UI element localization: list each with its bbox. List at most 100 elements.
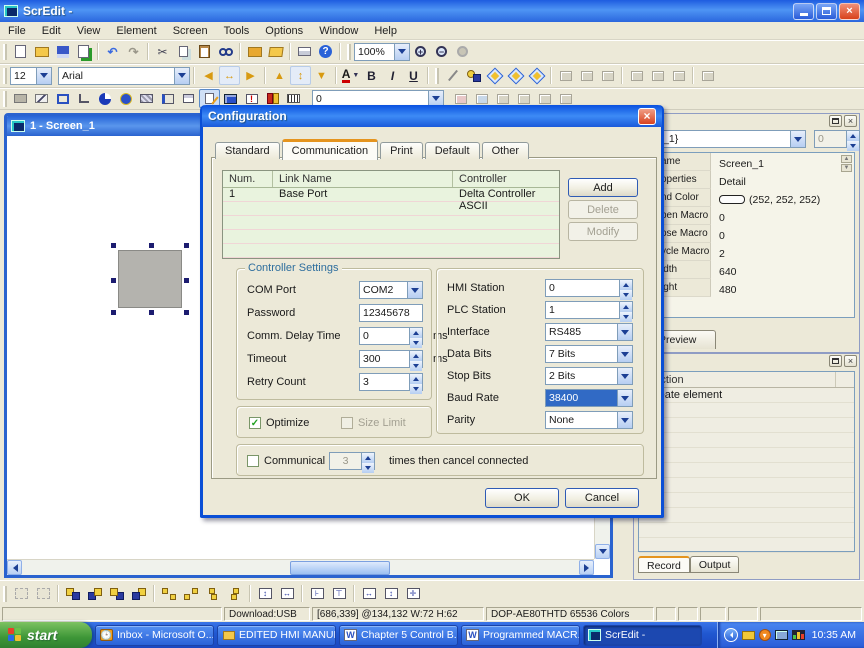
resize-handle[interactable] (111, 310, 116, 315)
toolbar-grip[interactable] (3, 91, 7, 107)
password-field[interactable]: 12345678 (359, 304, 423, 322)
grid-scroll-buttons[interactable]: ▲ ▼ (841, 155, 852, 172)
dialog-close-icon[interactable]: × (638, 108, 656, 125)
com-port-combo[interactable]: COM2 (359, 281, 423, 299)
taskbar-item-scredit[interactable]: ScrEdit - (583, 625, 702, 646)
send-to-back-icon[interactable] (84, 585, 106, 603)
tray-collapse-icon[interactable] (724, 628, 738, 642)
color-swatch[interactable] (719, 195, 745, 204)
center-horizontal-icon[interactable]: ↔ (276, 585, 298, 603)
scroll-left-icon[interactable] (7, 560, 22, 575)
zoom-in-icon[interactable]: + (410, 42, 431, 61)
circle-tool-icon[interactable] (115, 89, 136, 108)
align-center-v-icon[interactable]: ↕ (290, 66, 311, 85)
open-project-icon[interactable] (265, 42, 286, 61)
same-height-icon[interactable]: ↕ (380, 585, 402, 603)
rectangle-tool-icon[interactable] (10, 89, 31, 108)
menu-edit[interactable]: Edit (34, 24, 69, 38)
timeout-spinner[interactable]: 300 (359, 350, 423, 368)
font-size-combo[interactable]: 12 (10, 67, 52, 85)
taskbar-item-word-1[interactable]: W Chapter 5 Control B... (339, 625, 458, 646)
float-panel-icon[interactable] (829, 115, 842, 127)
resize-handle[interactable] (111, 278, 116, 283)
action-column-header[interactable]: Action (647, 372, 836, 387)
effect-flash-icon[interactable] (463, 66, 484, 85)
taskbar-item-folder[interactable]: EDITED HMI MANUEL (217, 625, 336, 646)
open-file-icon[interactable] (31, 42, 52, 61)
close-button[interactable]: × (839, 3, 860, 20)
tab-print[interactable]: Print (380, 142, 423, 159)
export-icon[interactable] (73, 42, 94, 61)
comm-delay-spinner[interactable]: 0 (359, 327, 423, 345)
same-size-icon[interactable]: ✛ (402, 585, 424, 603)
property-row[interactable]: ight480 (639, 279, 854, 297)
layout-icon[interactable] (647, 66, 668, 85)
font-name-combo[interactable]: Arial (58, 67, 190, 85)
help-icon[interactable]: ? (315, 42, 336, 61)
property-row[interactable]: idth640 (639, 261, 854, 279)
order-icon[interactable] (576, 66, 597, 85)
volume-tray-icon[interactable] (792, 630, 805, 640)
space-down-icon[interactable]: ⊤ (328, 585, 350, 603)
resize-handle[interactable] (149, 243, 154, 248)
order-icon[interactable] (555, 66, 576, 85)
comm-times-spinner[interactable]: 3 (329, 452, 375, 470)
taskbar-item-word-2[interactable]: W Programmed MACR... (461, 625, 580, 646)
tab-output[interactable]: Output (690, 556, 740, 573)
cut-icon[interactable]: ✂ (152, 42, 173, 61)
tab-standard[interactable]: Standard (215, 142, 280, 159)
layout-icon[interactable] (626, 66, 647, 85)
close-panel-icon[interactable]: × (844, 355, 857, 367)
effect-shrink-icon[interactable] (484, 66, 505, 85)
mail-tray-icon[interactable] (742, 631, 755, 640)
tab-other[interactable]: Other (482, 142, 530, 159)
resize-handle[interactable] (184, 278, 189, 283)
align-right-icon[interactable]: ▶ (240, 66, 261, 85)
start-button[interactable]: start (0, 622, 92, 648)
table-tool-icon[interactable] (178, 89, 199, 108)
effect-expand-icon[interactable] (526, 66, 547, 85)
optimize-checkbox[interactable]: ✓ (249, 417, 261, 429)
property-row[interactable]: opertiesDetail (639, 171, 854, 189)
display-tray-icon[interactable] (775, 630, 788, 640)
data-bits-combo[interactable]: 7 Bits (545, 345, 633, 363)
size-limit-checkbox[interactable] (341, 417, 353, 429)
effect-rotate-icon[interactable] (505, 66, 526, 85)
order-icon[interactable] (597, 66, 618, 85)
corner-tool-icon[interactable] (73, 89, 94, 108)
align-right-edge-icon[interactable] (180, 585, 202, 603)
action-row[interactable]: Create element (639, 388, 854, 403)
resize-handle[interactable] (149, 310, 154, 315)
horizontal-scroll-thumb[interactable] (290, 561, 390, 575)
align-left-icon[interactable]: ◀ (198, 66, 219, 85)
clock-reminder-icon[interactable]: ▾ (759, 629, 771, 641)
layout-icon[interactable] (668, 66, 689, 85)
zoom-out-icon[interactable]: − (431, 42, 452, 61)
property-row[interactable]: ycle Macro2 (639, 243, 854, 261)
space-across-icon[interactable]: ⊦ (306, 585, 328, 603)
close-panel-icon[interactable]: × (844, 115, 857, 127)
menu-element[interactable]: Element (108, 24, 164, 38)
scroll-right-icon[interactable] (579, 560, 594, 575)
tab-communication[interactable]: Communication (282, 139, 378, 160)
property-row[interactable]: nd Color(252, 252, 252) (639, 189, 854, 207)
zoom-reset-icon[interactable] (452, 42, 473, 61)
minimize-button[interactable] (793, 3, 814, 20)
horizontal-scrollbar[interactable] (7, 559, 594, 575)
menu-file[interactable]: File (0, 24, 34, 38)
same-width-icon[interactable]: ↔ (358, 585, 380, 603)
align-bottom-edge-icon[interactable] (224, 585, 246, 603)
menu-view[interactable]: View (69, 24, 109, 38)
import-graphics-icon[interactable] (244, 42, 265, 61)
move-forward-icon[interactable] (106, 585, 128, 603)
property-row[interactable]: ameScreen_1 (639, 153, 854, 171)
taskbar-item-outlook[interactable]: 🕒 Inbox - Microsoft O... (95, 625, 214, 646)
underline-icon[interactable]: U (403, 66, 424, 85)
frame-tool-icon[interactable] (52, 89, 73, 108)
align-bottom-icon[interactable]: ▼ (311, 66, 332, 85)
selected-element[interactable] (118, 250, 182, 308)
align-center-h-icon[interactable]: ↔ (219, 66, 240, 85)
pie-tool-icon[interactable] (94, 89, 115, 108)
baud-rate-combo[interactable]: 38400 (545, 389, 633, 407)
communication-checkbox[interactable] (247, 455, 259, 467)
